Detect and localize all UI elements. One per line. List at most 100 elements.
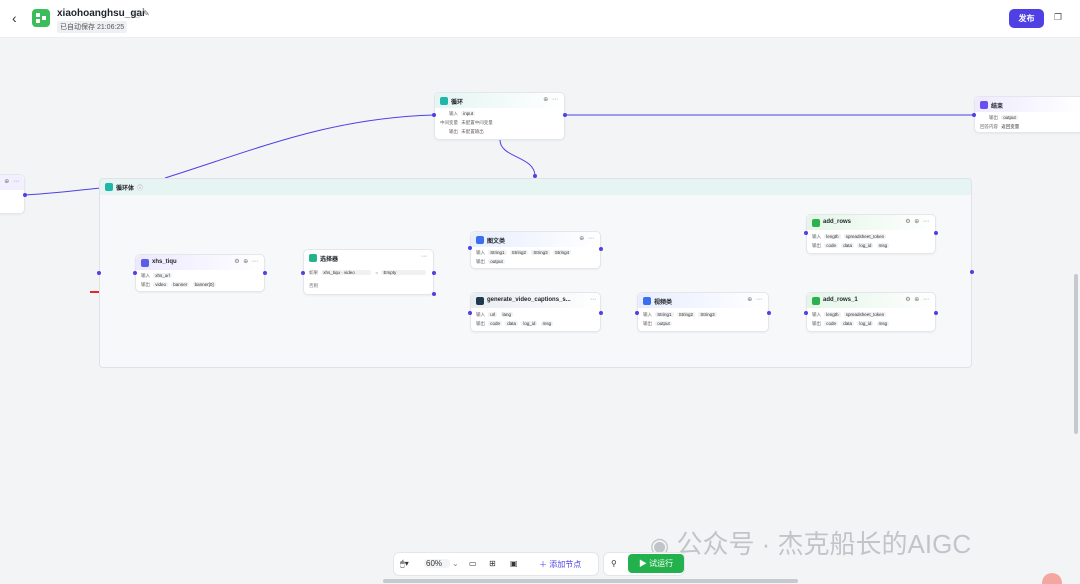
input-port[interactable] bbox=[804, 231, 808, 235]
project-name: xiaohoanghsu_gai bbox=[57, 8, 145, 19]
watermark: ◉ 公众号 · 杰克船长的AIGC bbox=[650, 529, 972, 559]
node-row: 输出 output bbox=[989, 115, 1018, 120]
output-port[interactable] bbox=[934, 231, 938, 235]
app-logo-icon bbox=[32, 9, 50, 27]
comment-icon[interactable]: ▭ bbox=[469, 559, 477, 568]
node-title: 结束 bbox=[991, 104, 1004, 110]
if-port[interactable] bbox=[432, 271, 436, 275]
node-tools-icon[interactable]: ⚙ ⊕ ⋯ bbox=[234, 258, 259, 265]
node-row: 输出 code data log_id msg bbox=[812, 321, 890, 326]
input-port[interactable] bbox=[301, 271, 305, 275]
node-title: 选择器 bbox=[320, 257, 339, 263]
input-port[interactable] bbox=[635, 311, 639, 315]
node-row: 输入 input bbox=[449, 111, 476, 116]
output-port[interactable] bbox=[23, 193, 27, 197]
node-row: 输入 length spreadsheet_token bbox=[812, 312, 887, 317]
input-port[interactable] bbox=[432, 113, 436, 117]
vertical-scrollbar[interactable] bbox=[1074, 274, 1078, 434]
debug-icon[interactable]: ⚲ bbox=[611, 559, 617, 568]
input-port[interactable] bbox=[97, 271, 101, 275]
node-row: 回答内容 返回变量 bbox=[980, 124, 1020, 129]
bottom-toolbar: 🖱▾ 60% ⌄ ▭ ⊞ ▣ ＋ 添加节点 ⚲ ▶ 试运行 bbox=[393, 552, 685, 576]
saved-status: 已自动保存 21:06:25 bbox=[57, 21, 128, 33]
node-row: 输入 xhs_url bbox=[141, 273, 172, 278]
top-bar: ‹ xiaohoanghsu_gai ⓘ ✎ 已自动保存 21:06:25 发布… bbox=[0, 0, 1080, 38]
node-row: 中间变量 未配置中间变量 bbox=[440, 120, 493, 125]
chevron-down-icon[interactable]: ⌄ bbox=[452, 559, 459, 568]
back-arrow-icon[interactable]: ‹ bbox=[12, 10, 17, 26]
else-port[interactable] bbox=[432, 292, 436, 296]
output-port[interactable] bbox=[767, 311, 771, 315]
info-icon[interactable]: ⓘ bbox=[137, 183, 143, 192]
node-row: 输入 String1 String2 String3 String4 bbox=[476, 250, 572, 255]
horizontal-scrollbar[interactable] bbox=[383, 579, 798, 583]
node-title: 图文类 bbox=[487, 239, 506, 245]
node-title: generate_video_captions_s... bbox=[487, 297, 571, 303]
view-controls: 🖱▾ 60% ⌄ ▭ ⊞ ▣ ＋ 添加节点 bbox=[393, 552, 599, 576]
copy-icon[interactable]: ❐ bbox=[1054, 12, 1062, 23]
video-captions-node[interactable]: generate_video_captions_s... ⋯ 输入 url la… bbox=[470, 292, 601, 332]
node-row: 输出 code data log_id msg bbox=[476, 321, 554, 326]
node-title: add_rows bbox=[823, 219, 852, 225]
node-title: 循环 bbox=[451, 100, 464, 106]
node-tools-icon[interactable]: ⊕ ⋯ bbox=[4, 178, 20, 185]
node-row: 输入 length spreadsheet_token bbox=[812, 234, 887, 239]
node-tools-icon[interactable]: ⚙ ⊕ ⋯ bbox=[905, 296, 930, 303]
loop-body-title: 循环体 bbox=[116, 186, 135, 192]
video-class-node[interactable]: 视频类 ⊕ ⋯ 输入 String1 String2 String3 输出 ou… bbox=[637, 292, 769, 332]
node-tools-icon[interactable]: ⋯ bbox=[590, 296, 597, 303]
sheet-icon bbox=[812, 297, 820, 305]
node-tools-icon[interactable]: ⊕ ⋯ bbox=[747, 296, 763, 303]
node-tools-icon[interactable]: ⊕ ⋯ bbox=[579, 235, 595, 242]
input-port[interactable] bbox=[133, 271, 137, 275]
node-row: 输出 code data log_id msg bbox=[812, 243, 890, 248]
output-port[interactable] bbox=[934, 311, 938, 315]
xhs-tiqu-node[interactable]: xhs_tiqu ⚙ ⊕ ⋯ 输入 xhs_url 输出 video banne… bbox=[135, 254, 265, 292]
text-processing-icon bbox=[643, 297, 651, 305]
mouse-mode-icon[interactable]: 🖱▾ bbox=[400, 559, 409, 569]
add-rows-1-node[interactable]: add_rows_1 ⚙ ⊕ ⋯ 输入 length spreadsheet_t… bbox=[806, 292, 936, 332]
input-port[interactable] bbox=[972, 113, 976, 117]
output-port[interactable] bbox=[563, 113, 567, 117]
node-row: 输出 未配置输出 bbox=[449, 129, 484, 134]
node-row: 输出 video banner banner[0] bbox=[141, 282, 216, 287]
node-tools-icon[interactable]: ⚙ ⊕ ⋯ bbox=[905, 218, 930, 225]
layout-icon[interactable]: ⊞ bbox=[489, 559, 496, 568]
zoom-select[interactable]: 60% bbox=[424, 559, 451, 568]
node-title: xhs_tiqu bbox=[152, 259, 177, 265]
condition-icon bbox=[309, 254, 317, 262]
end-icon bbox=[980, 101, 988, 109]
output-port[interactable] bbox=[599, 311, 603, 315]
info-icon[interactable]: ⓘ bbox=[133, 9, 141, 20]
workflow-canvas[interactable]: ⊕ ⋯ 循环 ⊕ ⋯ 输入 input 中间变量 未配置中间变量 输出 未配置输… bbox=[0, 38, 1080, 584]
selector-node[interactable]: 选择器 ⋯ 如果 xhs_tiqu · video = Empty 否则 bbox=[303, 249, 434, 295]
condition-row: 如果 xhs_tiqu · video = Empty bbox=[309, 270, 427, 276]
node-row: 输出 output bbox=[643, 321, 672, 326]
loop-node[interactable]: 循环 ⊕ ⋯ 输入 input 中间变量 未配置中间变量 输出 未配置输出 bbox=[434, 92, 565, 140]
output-port[interactable] bbox=[599, 247, 603, 251]
loop-body-icon bbox=[105, 183, 113, 191]
minimap-icon[interactable]: ▣ bbox=[510, 559, 518, 568]
node-tools-icon[interactable]: ⊕ ⋯ bbox=[543, 96, 559, 103]
node-title: 视频类 bbox=[654, 300, 673, 306]
add-node-button[interactable]: ＋ 添加节点 bbox=[539, 559, 581, 570]
input-port[interactable] bbox=[804, 311, 808, 315]
plugin-icon bbox=[476, 297, 484, 305]
add-rows-node[interactable]: add_rows ⚙ ⊕ ⋯ 输入 length spreadsheet_tok… bbox=[806, 214, 936, 254]
end-node[interactable]: 结束 输出 output 回答内容 返回变量 bbox=[974, 96, 1080, 133]
publish-button[interactable]: 发布 bbox=[1009, 9, 1044, 28]
else-row: 否则 bbox=[309, 283, 318, 288]
test-run-button[interactable]: ▶ 试运行 bbox=[628, 554, 684, 573]
input-port[interactable] bbox=[468, 311, 472, 315]
node-row: 输出 output bbox=[476, 259, 505, 264]
image-class-node[interactable]: 图文类 ⊕ ⋯ 输入 String1 String2 String3 Strin… bbox=[470, 231, 601, 269]
start-node[interactable]: ⊕ ⋯ bbox=[0, 174, 25, 214]
output-port[interactable] bbox=[970, 270, 974, 274]
edit-icon[interactable]: ✎ bbox=[143, 9, 150, 18]
input-port[interactable] bbox=[468, 246, 472, 250]
plugin-icon bbox=[141, 259, 149, 267]
text-processing-icon bbox=[476, 236, 484, 244]
sheet-icon bbox=[812, 219, 820, 227]
node-tools-icon[interactable]: ⋯ bbox=[421, 253, 428, 260]
output-port[interactable] bbox=[263, 271, 267, 275]
